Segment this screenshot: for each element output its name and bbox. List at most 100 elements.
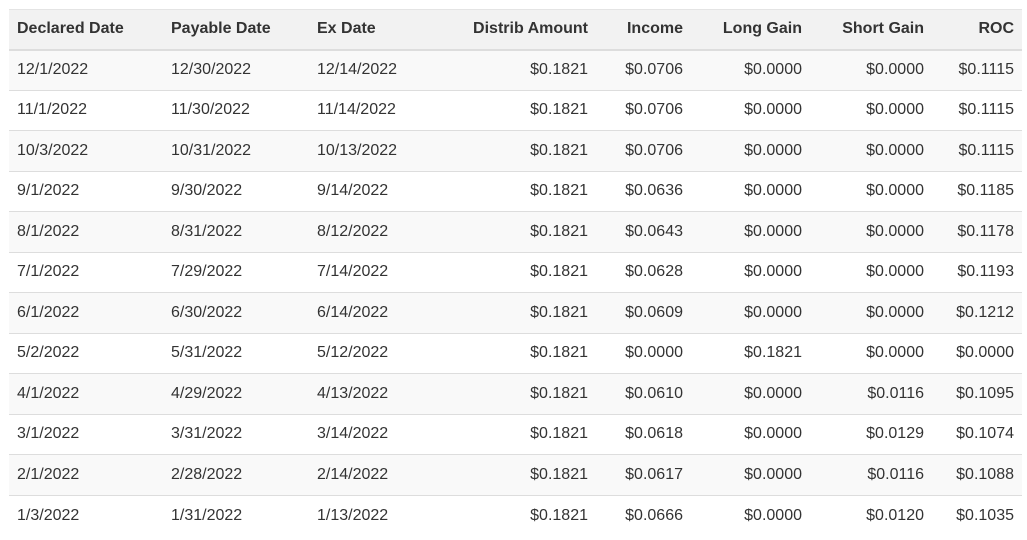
cell-short-gain: $0.0000 (810, 49, 932, 90)
cell-declared-date: 12/1/2022 (9, 49, 163, 90)
cell-long-gain: $0.0000 (691, 373, 810, 414)
cell-long-gain: $0.0000 (691, 130, 810, 171)
cell-income: $0.0643 (596, 211, 691, 252)
cell-income: $0.0609 (596, 292, 691, 333)
cell-ex-date: 11/14/2022 (309, 89, 441, 131)
cell-declared-date: 9/1/2022 (9, 170, 163, 212)
cell-distrib-amount: $0.1821 (441, 494, 596, 536)
column-header-payable-date[interactable]: Payable Date (163, 9, 309, 51)
cell-payable-date: 3/31/2022 (163, 413, 309, 455)
cell-short-gain: $0.0000 (810, 251, 932, 293)
table-body: 12/1/2022 12/30/2022 12/14/2022 $0.1821 $0.0… (9, 49, 1022, 536)
cell-income: $0.0706 (596, 49, 691, 90)
cell-distrib-amount: $0.1821 (441, 454, 596, 495)
table-row: 10/3/2022 10/31/2022 10/13/2022 $0.1821 $0.0… (9, 130, 1022, 171)
cell-ex-date: 1/13/2022 (309, 494, 441, 536)
column-header-ex-date[interactable]: Ex Date (309, 9, 441, 51)
cell-payable-date: 1/31/2022 (163, 494, 309, 536)
cell-declared-date: 2/1/2022 (9, 454, 163, 495)
cell-payable-date: 11/30/2022 (163, 89, 309, 131)
cell-roc: $0.1115 (932, 89, 1022, 131)
cell-long-gain: $0.0000 (691, 49, 810, 90)
column-header-income[interactable]: Income (596, 9, 691, 51)
cell-ex-date: 4/13/2022 (309, 373, 441, 414)
cell-declared-date: 11/1/2022 (9, 89, 163, 131)
cell-declared-date: 3/1/2022 (9, 413, 163, 455)
column-header-declared-date[interactable]: Declared Date (9, 9, 163, 51)
cell-long-gain: $0.0000 (691, 170, 810, 212)
cell-long-gain: $0.0000 (691, 454, 810, 495)
column-header-long-gain[interactable]: Long Gain (691, 9, 810, 51)
cell-roc: $0.1088 (932, 454, 1022, 495)
cell-ex-date: 6/14/2022 (309, 292, 441, 333)
cell-ex-date: 3/14/2022 (309, 413, 441, 455)
table-row: 1/3/2022 1/31/2022 1/13/2022 $0.1821 $0.0666… (9, 494, 1022, 536)
table-row: 11/1/2022 11/30/2022 11/14/2022 $0.1821 $0.0… (9, 89, 1022, 131)
cell-distrib-amount: $0.1821 (441, 130, 596, 171)
table-row: 3/1/2022 3/31/2022 3/14/2022 $0.1821 $0.0618… (9, 413, 1022, 455)
column-header-short-gain[interactable]: Short Gain (810, 9, 932, 51)
cell-short-gain: $0.0129 (810, 413, 932, 455)
cell-declared-date: 7/1/2022 (9, 251, 163, 293)
distribution-history-table-container: Declared Date Payable Date Ex Date Distr… (9, 9, 1022, 536)
cell-roc: $0.1115 (932, 49, 1022, 90)
cell-income: $0.0610 (596, 373, 691, 414)
cell-payable-date: 4/29/2022 (163, 373, 309, 414)
cell-payable-date: 2/28/2022 (163, 454, 309, 495)
cell-payable-date: 10/31/2022 (163, 130, 309, 171)
cell-ex-date: 9/14/2022 (309, 170, 441, 212)
table-row: 5/2/2022 5/31/2022 5/12/2022 $0.1821 $0.0000… (9, 332, 1022, 374)
cell-income: $0.0628 (596, 251, 691, 293)
table-header-row: Declared Date Payable Date Ex Date Distr… (9, 9, 1022, 51)
cell-declared-date: 10/3/2022 (9, 130, 163, 171)
cell-roc: $0.1178 (932, 211, 1022, 252)
cell-ex-date: 7/14/2022 (309, 251, 441, 293)
cell-distrib-amount: $0.1821 (441, 89, 596, 131)
cell-payable-date: 8/31/2022 (163, 211, 309, 252)
cell-roc: $0.0000 (932, 332, 1022, 374)
distribution-history-table: Declared Date Payable Date Ex Date Distr… (9, 9, 1022, 536)
cell-short-gain: $0.0000 (810, 89, 932, 131)
cell-declared-date: 1/3/2022 (9, 494, 163, 536)
cell-long-gain: $0.1821 (691, 332, 810, 374)
cell-roc: $0.1185 (932, 170, 1022, 212)
table-row: 12/1/2022 12/30/2022 12/14/2022 $0.1821 $0.0… (9, 49, 1022, 90)
cell-ex-date: 10/13/2022 (309, 130, 441, 171)
table-row: 4/1/2022 4/29/2022 4/13/2022 $0.1821 $0.0610… (9, 373, 1022, 414)
cell-roc: $0.1035 (932, 494, 1022, 536)
table-header: Declared Date Payable Date Ex Date Distr… (9, 9, 1022, 51)
cell-ex-date: 12/14/2022 (309, 49, 441, 90)
cell-distrib-amount: $0.1821 (441, 49, 596, 90)
cell-long-gain: $0.0000 (691, 89, 810, 131)
cell-income: $0.0636 (596, 170, 691, 212)
cell-declared-date: 5/2/2022 (9, 332, 163, 374)
cell-income: $0.0618 (596, 413, 691, 455)
cell-income: $0.0706 (596, 89, 691, 131)
cell-distrib-amount: $0.1821 (441, 413, 596, 455)
cell-roc: $0.1074 (932, 413, 1022, 455)
cell-distrib-amount: $0.1821 (441, 170, 596, 212)
cell-short-gain: $0.0000 (810, 170, 932, 212)
cell-declared-date: 6/1/2022 (9, 292, 163, 333)
cell-income: $0.0000 (596, 332, 691, 374)
cell-ex-date: 2/14/2022 (309, 454, 441, 495)
cell-income: $0.0617 (596, 454, 691, 495)
table-row: 6/1/2022 6/30/2022 6/14/2022 $0.1821 $0.0609… (9, 292, 1022, 333)
cell-short-gain: $0.0000 (810, 211, 932, 252)
cell-distrib-amount: $0.1821 (441, 332, 596, 374)
cell-payable-date: 6/30/2022 (163, 292, 309, 333)
cell-distrib-amount: $0.1821 (441, 211, 596, 252)
cell-long-gain: $0.0000 (691, 413, 810, 455)
cell-ex-date: 8/12/2022 (309, 211, 441, 252)
cell-ex-date: 5/12/2022 (309, 332, 441, 374)
column-header-roc[interactable]: ROC (932, 9, 1022, 51)
cell-short-gain: $0.0116 (810, 373, 932, 414)
cell-income: $0.0666 (596, 494, 691, 536)
cell-roc: $0.1095 (932, 373, 1022, 414)
cell-roc: $0.1212 (932, 292, 1022, 333)
cell-declared-date: 8/1/2022 (9, 211, 163, 252)
cell-short-gain: $0.0120 (810, 494, 932, 536)
table-row: 2/1/2022 2/28/2022 2/14/2022 $0.1821 $0.0617… (9, 454, 1022, 495)
column-header-distrib-amount[interactable]: Distrib Amount (441, 9, 596, 51)
cell-distrib-amount: $0.1821 (441, 373, 596, 414)
